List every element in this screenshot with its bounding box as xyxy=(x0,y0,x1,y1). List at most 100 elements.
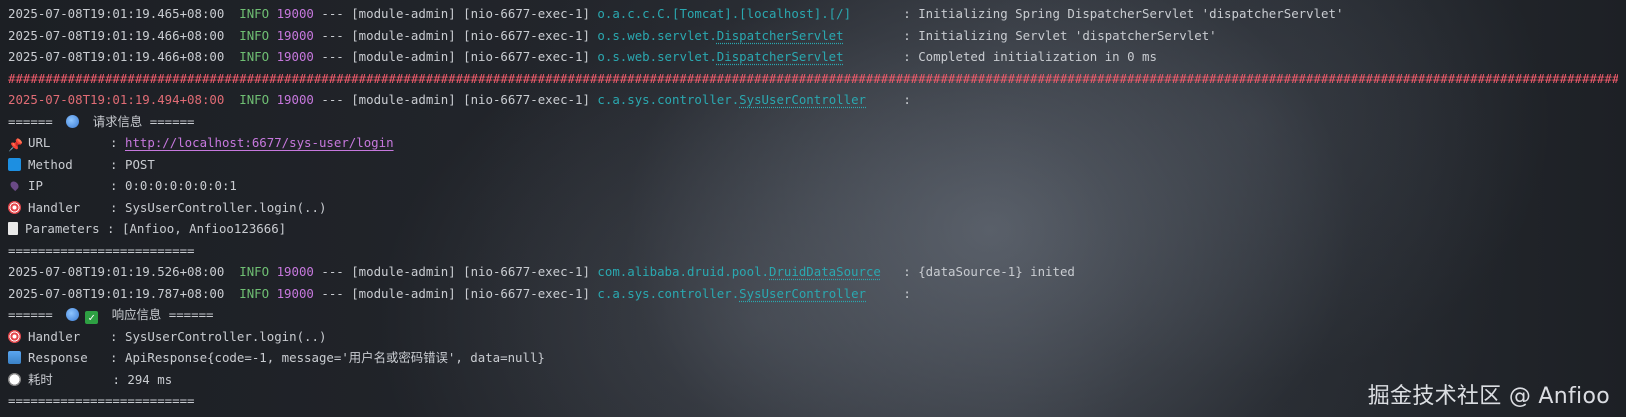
log-thread: [nio-6677-exec-1] xyxy=(463,264,590,279)
request-url-key: URL : xyxy=(28,135,118,150)
log-thread: [nio-6677-exec-1] xyxy=(463,27,590,43)
request-ip-row: IP : 0:0:0:0:0:0:0:1 xyxy=(8,175,1618,197)
log-separator: --- xyxy=(321,49,344,64)
log-timestamp: 2025-07-08T19:01:19.465+08:00 xyxy=(8,6,225,21)
log-app: [module-admin] xyxy=(351,27,456,43)
log-message: : Initializing Spring DispatcherServlet … xyxy=(903,6,1344,21)
log-level: INFO xyxy=(239,264,270,279)
log-pid: 19000 xyxy=(276,6,314,21)
log-level: INFO xyxy=(239,6,270,21)
request-url-row: 📌 URL : http://localhost:6677/sys-user/lo… xyxy=(8,132,1618,154)
log-pid: 19000 xyxy=(276,92,314,107)
log-logger-class-link[interactable]: DispatcherServlet xyxy=(717,49,844,64)
log-logger[interactable]: o.a.c.c.C.[Tomcat].[localhost].[/] xyxy=(597,6,851,21)
request-handler-value: SysUserController.login(..) xyxy=(125,199,327,215)
log-separator: --- xyxy=(321,285,344,301)
log-timestamp: 2025-07-08T19:01:19.494+08:00 xyxy=(8,92,225,107)
log-separator: --- xyxy=(321,264,344,279)
log-app: [module-admin] xyxy=(351,92,456,107)
log-message: : {dataSource-1} inited xyxy=(903,264,1075,279)
request-ip-value: 0:0:0:0:0:0:0:1 xyxy=(125,178,237,193)
log-logger-class-link[interactable]: SysUserController xyxy=(739,92,866,107)
response-handler-key: Handler : xyxy=(28,328,118,344)
console-output: 2025-07-08T19:01:19.465+08:00 INFO 19000… xyxy=(0,0,1626,417)
response-time-value: 294 ms xyxy=(127,371,173,387)
request-info-header: ====== 请求信息 ====== xyxy=(8,111,1618,133)
log-thread: [nio-6677-exec-1] xyxy=(463,285,590,301)
header-right-rule: ====== xyxy=(149,113,195,129)
log-message: : xyxy=(903,92,911,107)
log-pid: 19000 xyxy=(276,264,314,279)
request-url-link[interactable]: http://localhost:6677/sys-user/login xyxy=(125,135,394,150)
request-parameters-row: Parameters : [Anfioo, Anfioo123666] xyxy=(8,218,1618,240)
log-message: : xyxy=(903,285,911,301)
response-time-key: 耗时 : xyxy=(28,371,120,387)
divider-line: ========================= xyxy=(8,242,195,258)
location-pin-icon xyxy=(8,179,21,192)
log-logger-class-link[interactable]: SysUserController xyxy=(739,286,866,301)
header-left-rule: ====== xyxy=(8,113,53,129)
request-method-value: POST xyxy=(125,156,155,172)
log-line-3: 2025-07-08T19:01:19.466+08:00 INFO 19000… xyxy=(8,46,1618,68)
log-thread: [nio-6677-exec-1] xyxy=(463,6,590,21)
log-logger-package: o.s.web.servlet. xyxy=(597,27,717,43)
log-logger-class-link[interactable]: DispatcherServlet xyxy=(717,28,844,43)
header-left-rule: ====== xyxy=(8,307,53,322)
target-icon xyxy=(8,329,21,343)
globe-icon xyxy=(66,308,80,321)
log-app: [module-admin] xyxy=(351,6,456,21)
request-handler-key: Handler : xyxy=(28,199,118,215)
log-message: : Initializing Servlet 'dispatcherServle… xyxy=(903,27,1217,43)
log-logger-package: com.alibaba.druid.pool. xyxy=(597,264,769,279)
log-message: : Completed initialization in 0 ms xyxy=(903,49,1157,64)
log-timestamp: 2025-07-08T19:01:19.787+08:00 xyxy=(8,285,225,301)
log-logger-package: o.s.web.servlet. xyxy=(597,49,717,64)
log-thread: [nio-6677-exec-1] xyxy=(463,92,590,107)
log-app: [module-admin] xyxy=(351,49,456,64)
arrows-cycle-icon xyxy=(8,157,21,171)
response-handler-row: Handler : SysUserController.login(..) xyxy=(8,326,1618,348)
log-line-13: 2025-07-08T19:01:19.787+08:00 INFO 19000… xyxy=(8,283,1618,305)
response-body-key: Response : xyxy=(28,350,118,365)
response-body-row: Response : ApiResponse{code=-1, message=… xyxy=(8,347,1618,369)
log-level: INFO xyxy=(239,92,270,107)
log-level: INFO xyxy=(239,285,270,301)
request-method-row: Method : POST xyxy=(8,154,1618,176)
request-ip-key: IP : xyxy=(28,178,118,193)
log-separator: --- xyxy=(321,6,344,21)
log-thread: [nio-6677-exec-1] xyxy=(463,49,590,64)
log-line-12: 2025-07-08T19:01:19.526+08:00 INFO 19000… xyxy=(8,261,1618,283)
request-handler-row: Handler : SysUserController.login(..) xyxy=(8,197,1618,219)
log-app: [module-admin] xyxy=(351,264,456,279)
log-logger-package: c.a.sys.controller. xyxy=(597,285,740,301)
inbox-icon xyxy=(8,351,21,364)
log-line-2: 2025-07-08T19:01:19.466+08:00 INFO 19000… xyxy=(8,25,1618,47)
request-method-key: Method : xyxy=(28,156,118,172)
response-body-value: ApiResponse{code=-1, message='用户名或密码错误',… xyxy=(125,350,545,365)
response-handler-value: SysUserController.login(..) xyxy=(125,328,327,344)
watermark: 掘金技术社区 @ Anfioo xyxy=(1367,383,1610,409)
log-logger-class-link[interactable]: DruidDataSource xyxy=(769,264,881,279)
log-line-1: 2025-07-08T19:01:19.465+08:00 INFO 19000… xyxy=(8,3,1618,25)
log-lines: 2025-07-08T19:01:19.465+08:00 INFO 19000… xyxy=(8,3,1618,412)
log-timestamp: 2025-07-08T19:01:19.526+08:00 xyxy=(8,264,225,279)
log-separator: --- xyxy=(321,27,344,43)
log-level: INFO xyxy=(239,49,270,64)
log-line-5: 2025-07-08T19:01:19.494+08:00 INFO 19000… xyxy=(8,89,1618,111)
request-parameters-value: [Anfioo, Anfioo123666] xyxy=(122,221,287,236)
header-right-rule: ====== xyxy=(168,307,214,322)
log-separator: --- xyxy=(321,92,344,107)
log-pid: 19000 xyxy=(276,49,314,64)
log-level: INFO xyxy=(239,27,270,43)
log-pid: 19000 xyxy=(276,285,314,301)
document-icon xyxy=(8,222,18,235)
globe-icon xyxy=(66,114,80,128)
log-app: [module-admin] xyxy=(351,285,456,301)
log-logger-package: c.a.sys.controller. xyxy=(597,92,740,107)
hash-separator-line: ########################################… xyxy=(8,70,1618,86)
stopwatch-icon xyxy=(8,372,21,386)
request-info-label: 请求信息 xyxy=(92,113,143,129)
log-timestamp: 2025-07-08T19:01:19.466+08:00 xyxy=(8,27,225,43)
request-parameters-key: Parameters : xyxy=(25,221,115,236)
response-info-header: ====== ✓ 响应信息 ====== xyxy=(8,304,1618,326)
